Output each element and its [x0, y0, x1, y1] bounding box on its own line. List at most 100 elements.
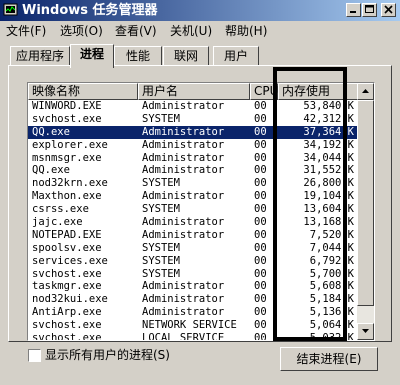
- maximize-icon: [365, 5, 374, 13]
- process-row[interactable]: spoolsv.exe SYSTEM 00 7,044 K: [28, 242, 358, 255]
- process-name: svchost.exe: [32, 112, 102, 125]
- process-row[interactable]: csrss.exe SYSTEM 00 13,604 K: [28, 203, 358, 216]
- title-bar: Windows 任务管理器: [0, 0, 400, 21]
- process-cpu: 00: [254, 293, 267, 306]
- process-user: Administrator: [142, 280, 225, 293]
- process-cpu: 00: [254, 216, 267, 229]
- process-memory: 19,104 K: [303, 190, 354, 203]
- process-cpu: 00: [254, 112, 267, 125]
- process-cpu: 00: [254, 241, 267, 254]
- process-cpu: 00: [254, 332, 267, 341]
- column-user-name[interactable]: 用户名: [138, 83, 250, 100]
- process-row[interactable]: services.exe SYSTEM 00 6,792 K: [28, 255, 358, 268]
- process-row[interactable]: QQ.exe Administrator 00 31,552 K: [28, 164, 358, 177]
- process-user: Administrator: [142, 190, 225, 203]
- process-row[interactable]: msnmsgr.exe Administrator 00 34,044 K: [28, 152, 358, 165]
- column-memory[interactable]: 内存使用: [278, 83, 358, 100]
- process-name: svchost.exe: [32, 332, 102, 341]
- process-memory: 42,312 K: [303, 112, 354, 125]
- process-row[interactable]: nod32kui.exe Administrator 00 5,184 K: [28, 293, 358, 306]
- process-user: SYSTEM: [142, 112, 180, 125]
- column-cpu[interactable]: CPU: [250, 83, 278, 100]
- scroll-down-button[interactable]: [357, 323, 374, 340]
- minimize-icon: [350, 11, 356, 13]
- process-cpu: 00: [254, 151, 267, 164]
- process-name: spoolsv.exe: [32, 241, 102, 254]
- process-user: NETWORK SERVICE: [142, 319, 237, 332]
- process-cpu: 00: [254, 138, 267, 151]
- process-name: QQ.exe: [32, 125, 70, 138]
- menu-shutdown[interactable]: 关机(U): [170, 23, 212, 39]
- menu-bar: 文件(F) 选项(O) 查看(V) 关机(U) 帮助(H): [0, 22, 400, 40]
- process-row[interactable]: svchost.exe NETWORK SERVICE 00 5,064 K: [28, 319, 358, 332]
- process-user: SYSTEM: [142, 177, 180, 190]
- process-memory: 6,792 K: [309, 254, 354, 267]
- process-user: Administrator: [142, 100, 225, 112]
- process-memory: 13,604 K: [303, 203, 354, 216]
- end-process-button[interactable]: 结束进程(E): [280, 347, 378, 371]
- minimize-button[interactable]: [346, 3, 361, 17]
- menu-options[interactable]: 选项(O): [60, 23, 103, 39]
- window-title: Windows 任务管理器: [22, 3, 158, 18]
- menu-help[interactable]: 帮助(H): [225, 23, 267, 39]
- process-cpu: 00: [254, 190, 267, 203]
- process-name: msnmsgr.exe: [32, 151, 102, 164]
- tab-users[interactable]: 用户: [213, 46, 259, 66]
- process-row[interactable]: AntiArp.exe Administrator 00 5,136 K: [28, 306, 358, 319]
- process-row[interactable]: taskmgr.exe Administrator 00 5,608 K: [28, 280, 358, 293]
- process-cpu: 00: [254, 203, 267, 216]
- process-row[interactable]: Maxthon.exe Administrator 00 19,104 K: [28, 190, 358, 203]
- process-cpu: 00: [254, 319, 267, 332]
- tab-processes[interactable]: 进程: [70, 44, 114, 68]
- process-row[interactable]: explorer.exe Administrator 00 34,192 K: [28, 139, 358, 152]
- vertical-scrollbar[interactable]: [357, 83, 374, 340]
- process-row[interactable]: svchost.exe SYSTEM 00 42,312 K: [28, 113, 358, 126]
- process-name: services.exe: [32, 254, 108, 267]
- process-user: Administrator: [142, 293, 225, 306]
- process-user: Administrator: [142, 138, 225, 151]
- process-memory: 5,136 K: [309, 306, 354, 319]
- process-row[interactable]: QQ.exe Administrator 00 37,364 K: [28, 125, 358, 139]
- process-memory: 34,044 K: [303, 151, 354, 164]
- process-row[interactable]: jajc.exe Administrator 00 13,168 K: [28, 216, 358, 229]
- process-cpu: 00: [254, 125, 267, 138]
- process-user: Administrator: [142, 164, 225, 177]
- process-list[interactable]: 映像名称 用户名 CPU 内存使用 WINWORD.EXE Administrat…: [27, 82, 375, 341]
- process-cpu: 00: [254, 280, 267, 293]
- process-memory: 7,044 K: [309, 241, 354, 254]
- show-all-users-label: 显示所有用户的进程(S): [45, 348, 170, 362]
- process-row[interactable]: svchost.exe SYSTEM 00 5,700 K: [28, 268, 358, 281]
- close-icon: [384, 5, 393, 14]
- process-row[interactable]: NOTEPAD.EXE Administrator 00 7,520 K: [28, 229, 358, 242]
- process-memory: 5,184 K: [309, 293, 354, 306]
- menu-file[interactable]: 文件(F): [6, 23, 46, 39]
- close-button[interactable]: [381, 3, 396, 17]
- process-cpu: 00: [254, 164, 267, 177]
- process-memory: 5,608 K: [309, 280, 354, 293]
- process-memory: 53,840 K: [303, 100, 354, 112]
- column-image-name[interactable]: 映像名称: [28, 83, 138, 100]
- tab-networking[interactable]: 联网: [163, 46, 209, 66]
- process-name: Maxthon.exe: [32, 190, 102, 203]
- process-name: svchost.exe: [32, 319, 102, 332]
- process-user: Administrator: [142, 216, 225, 229]
- process-cpu: 00: [254, 254, 267, 267]
- tab-bar: 应用程序 进程 性能 联网 用户: [0, 44, 400, 68]
- process-name: WINWORD.EXE: [32, 100, 102, 112]
- process-memory: 5,064 K: [309, 319, 354, 332]
- maximize-button[interactable]: [362, 3, 377, 17]
- tab-applications[interactable]: 应用程序: [10, 46, 70, 66]
- scroll-thumb[interactable]: [357, 100, 374, 306]
- process-cpu: 00: [254, 267, 267, 280]
- menu-view[interactable]: 查看(V): [115, 23, 157, 39]
- process-row[interactable]: WINWORD.EXE Administrator 00 53,840 K: [28, 100, 358, 113]
- process-name: jajc.exe: [32, 216, 83, 229]
- process-cpu: 00: [254, 177, 267, 190]
- tab-performance[interactable]: 性能: [114, 46, 162, 66]
- process-row[interactable]: nod32krn.exe SYSTEM 00 26,800 K: [28, 177, 358, 190]
- scroll-up-button[interactable]: [357, 83, 374, 100]
- process-memory: 34,192 K: [303, 138, 354, 151]
- process-row[interactable]: svchost.exe LOCAL SERVICE 00 5,032 K: [28, 332, 358, 341]
- show-all-users-checkbox[interactable]: [28, 349, 41, 362]
- process-memory: 7,520 K: [309, 228, 354, 241]
